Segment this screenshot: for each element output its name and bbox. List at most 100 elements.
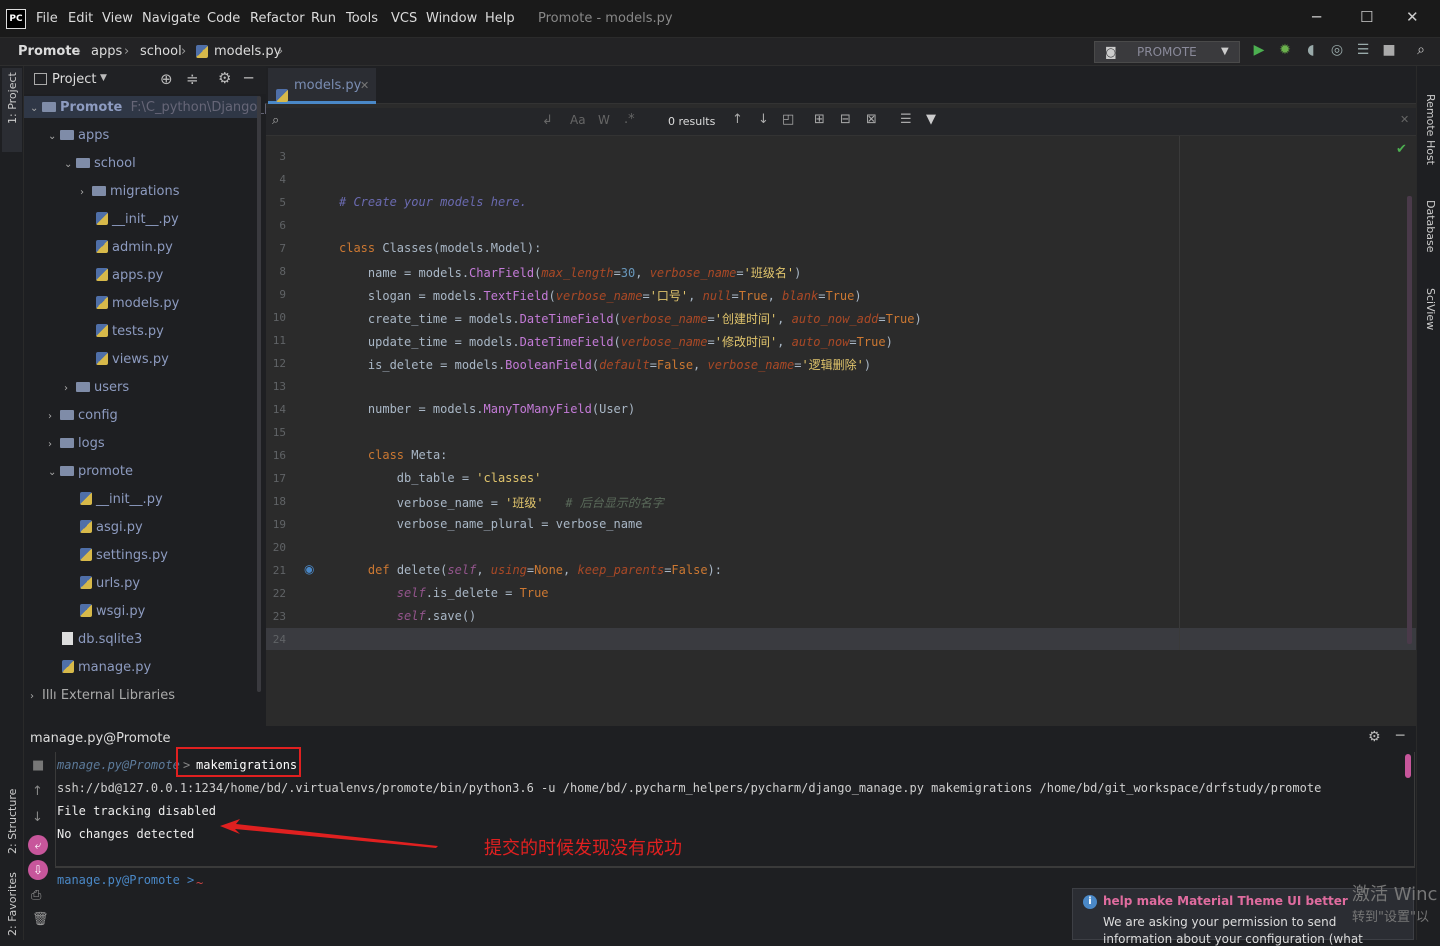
remote-host-tool[interactable]: Remote Host: [1424, 94, 1437, 165]
tree-item[interactable]: › Illı External Libraries: [30, 688, 175, 703]
previous-occurrence-icon[interactable]: ↑: [732, 112, 743, 127]
code-line-create-time[interactable]: create_time = models.DateTimeField(verbo…: [339, 310, 922, 327]
scroll-to-end-icon[interactable]: ⇩: [28, 860, 48, 880]
tree-item[interactable]: db.sqlite3: [62, 632, 142, 647]
tree-item[interactable]: › logs: [48, 436, 105, 451]
next-occurrence-icon[interactable]: ↓: [758, 112, 769, 127]
code-line-meta[interactable]: class Meta:: [339, 448, 447, 462]
chevron-right-icon[interactable]: ›: [80, 187, 92, 198]
whole-word-icon[interactable]: W: [598, 113, 610, 127]
menu-file[interactable]: File: [36, 11, 58, 26]
tree-item[interactable]: __init__.py: [80, 492, 163, 507]
search-icon[interactable]: ⌕: [272, 113, 279, 128]
close-icon[interactable]: ✕: [1406, 8, 1419, 26]
close-tab-icon[interactable]: ✕: [360, 68, 369, 104]
tree-item[interactable]: ⌄ promote: [48, 464, 133, 479]
code-line-verbose[interactable]: verbose_name = '班级' # 后台显示的名字: [339, 494, 664, 511]
concurrency-icon[interactable]: ☰: [1354, 42, 1372, 58]
structure-tool-label[interactable]: 2: Structure: [6, 789, 19, 854]
code-line-slogan[interactable]: slogan = models.TextField(verbose_name='…: [339, 287, 862, 304]
newline-icon[interactable]: ↲: [542, 113, 553, 128]
close-find-icon[interactable]: ✕: [1400, 113, 1409, 126]
chevron-right-icon[interactable]: ›: [48, 439, 60, 450]
tree-item[interactable]: ⌄ school: [64, 156, 136, 171]
menu-navigate[interactable]: Navigate: [142, 11, 200, 26]
override-method-icon[interactable]: ◉: [304, 562, 314, 576]
tree-item[interactable]: admin.py: [96, 240, 173, 255]
tree-item[interactable]: asgi.py: [80, 520, 143, 535]
chevron-down-icon[interactable]: ⌄: [48, 467, 60, 478]
regex-icon[interactable]: .*: [624, 112, 635, 127]
breadcrumb-promote[interactable]: Promote: [18, 44, 80, 59]
chevron-down-icon[interactable]: ⌄: [64, 159, 76, 170]
chevron-right-icon[interactable]: ›: [48, 411, 60, 422]
tree-item[interactable]: manage.py: [62, 660, 151, 675]
notification-title[interactable]: help make Material Theme UI better: [1103, 894, 1348, 908]
menu-vcs[interactable]: VCS: [391, 11, 417, 26]
tree-item[interactable]: __init__.py: [96, 212, 179, 227]
breadcrumb-school[interactable]: school: [140, 44, 182, 59]
console-caret[interactable]: ~: [196, 876, 203, 890]
tree-item[interactable]: settings.py: [80, 548, 168, 563]
hide-panel-icon[interactable]: ─: [1396, 728, 1404, 744]
menu-help[interactable]: Help: [485, 11, 515, 26]
tree-root[interactable]: ⌄ Promote F:\C_python\Django_pro: [30, 100, 285, 115]
toggle-selection-icon[interactable]: ⊠: [866, 112, 877, 127]
tree-item[interactable]: tests.py: [96, 324, 164, 339]
database-tool[interactable]: Database: [1424, 200, 1437, 253]
tree-item[interactable]: models.py: [96, 296, 179, 311]
code-comment[interactable]: # Create your models here.: [339, 195, 527, 209]
profile-icon[interactable]: ◎: [1328, 42, 1346, 58]
up-icon[interactable]: ↑: [32, 784, 43, 799]
breadcrumb-apps[interactable]: apps: [91, 44, 122, 59]
maximize-icon[interactable]: ☐: [1360, 8, 1373, 26]
menu-tools[interactable]: Tools: [346, 11, 378, 26]
collapse-all-icon[interactable]: ≑: [186, 70, 199, 88]
menu-edit[interactable]: Edit: [68, 11, 93, 26]
menu-refactor[interactable]: Refactor: [250, 11, 305, 26]
stop-icon[interactable]: ■: [32, 758, 44, 773]
tree-item[interactable]: urls.py: [80, 576, 140, 591]
soft-wrap-icon[interactable]: ⤶: [28, 835, 48, 855]
favorites-tool-label[interactable]: 2: Favorites: [6, 872, 19, 936]
add-selection-icon[interactable]: ⊞: [814, 112, 825, 127]
project-scrollbar[interactable]: [257, 96, 261, 692]
chevron-right-icon[interactable]: ›: [64, 383, 76, 394]
console-scrollbar[interactable]: [1405, 754, 1411, 778]
multiline-icon[interactable]: ☰: [900, 112, 912, 127]
locate-icon[interactable]: ⊕: [160, 70, 173, 88]
code-line-self-is-delete[interactable]: self.is_delete = True: [339, 586, 549, 600]
chevron-down-icon[interactable]: ▼: [100, 73, 107, 83]
menu-code[interactable]: Code: [207, 11, 240, 26]
run-icon[interactable]: ▶: [1250, 42, 1268, 58]
print-icon[interactable]: ⎙: [31, 888, 41, 903]
stop-icon[interactable]: ■: [1380, 42, 1398, 58]
down-icon[interactable]: ↓: [32, 810, 43, 825]
hide-panel-icon[interactable]: ─: [244, 69, 253, 87]
project-view-select[interactable]: Project: [52, 72, 96, 87]
code-line-class[interactable]: class Classes(models.Model):: [339, 241, 541, 255]
code-line-verbose-plural[interactable]: verbose_name_plural = verbose_name: [339, 517, 643, 531]
code-line-self-save[interactable]: self.save(): [339, 609, 476, 623]
debug-icon[interactable]: ✹: [1276, 42, 1294, 58]
match-case-icon[interactable]: Aa: [570, 113, 586, 127]
breadcrumb-models[interactable]: models.py: [214, 44, 281, 59]
tree-item[interactable]: ⌄ apps: [48, 128, 109, 143]
editor-scrollbar[interactable]: [1407, 196, 1412, 644]
code-line-update-time[interactable]: update_time = models.DateTimeField(verbo…: [339, 333, 893, 350]
code-line-number[interactable]: number = models.ManyToManyField(User): [339, 402, 635, 416]
select-all-occurrences-icon[interactable]: ◰: [782, 112, 794, 127]
code-line-db-table[interactable]: db_table = 'classes': [339, 471, 542, 485]
chevron-right-icon[interactable]: ›: [30, 691, 42, 702]
tree-item[interactable]: views.py: [96, 352, 169, 367]
tab-models-py[interactable]: models.py ✕: [268, 68, 376, 104]
coverage-icon[interactable]: ◖: [1302, 42, 1320, 58]
minimize-icon[interactable]: ─: [1312, 8, 1321, 26]
tree-item[interactable]: apps.py: [96, 268, 163, 283]
run-configuration-select[interactable]: PROMOTE ◙ ▼: [1094, 41, 1240, 63]
trash-icon[interactable]: 🗑: [32, 912, 49, 927]
code-line-name[interactable]: name = models.CharField(max_length=30, v…: [339, 264, 801, 281]
remove-selection-icon[interactable]: ⊟: [840, 112, 851, 127]
code-line-is-delete[interactable]: is_delete = models.BooleanField(default=…: [339, 356, 871, 373]
menu-view[interactable]: View: [102, 11, 133, 26]
